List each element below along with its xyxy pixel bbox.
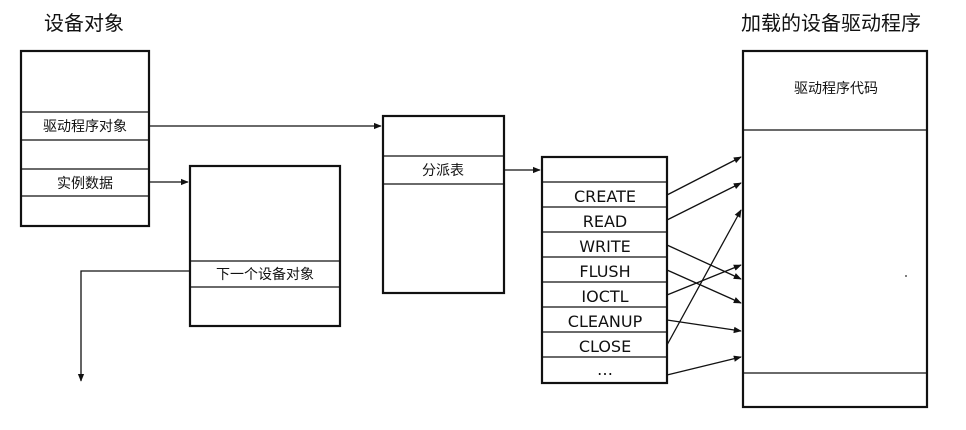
function-write: WRITE <box>579 237 631 256</box>
driver-architecture-diagram: 设备对象 驱动程序对象 实例数据 下一个设备对象 分派表 CREATE READ <box>19 11 929 409</box>
function-more: … <box>597 360 613 379</box>
function-read: READ <box>583 212 628 231</box>
function-cleanup: CLEANUP <box>568 312 643 331</box>
arrow-more-to-code <box>666 355 742 376</box>
driver-object-field: 驱动程序对象 <box>43 119 127 135</box>
function-ioctl: IOCTL <box>581 287 628 306</box>
arrow-ioctl-to-code <box>666 264 742 296</box>
loaded-driver-frame <box>741 49 929 409</box>
arrow-read-to-code <box>666 182 742 221</box>
next-device-frame <box>188 164 342 328</box>
arrow-create-to-code <box>666 156 742 196</box>
arrow-close-to-code <box>666 209 742 346</box>
driver-code-label: 驱动程序代码 <box>794 81 878 97</box>
dispatch-table-field: 分派表 <box>422 163 464 179</box>
function-table: CREATE READ WRITE FLUSH IOCTL CLEANUP CL… <box>540 155 669 385</box>
arrow-write-to-code <box>666 244 742 280</box>
arrow-next-device-down <box>77 270 190 382</box>
function-close: CLOSE <box>579 337 631 356</box>
next-device-object-box: 下一个设备对象 <box>188 164 342 328</box>
device-object-title: 设备对象 <box>44 11 124 35</box>
loaded-driver-box: 驱动程序代码 <box>741 49 929 409</box>
next-device-field: 下一个设备对象 <box>216 266 314 283</box>
loaded-driver-title: 加载的设备驱动程序 <box>741 11 921 35</box>
instance-data-field: 实例数据 <box>57 176 113 192</box>
device-object-frame <box>19 49 151 228</box>
function-create: CREATE <box>574 187 636 206</box>
dispatch-object-box: 分派表 <box>381 114 506 295</box>
device-object-box: 驱动程序对象 实例数据 <box>19 49 151 228</box>
scan-dot <box>905 275 907 277</box>
arrow-flush-to-code <box>666 269 742 304</box>
dispatch-object-frame <box>381 114 506 295</box>
function-flush: FLUSH <box>579 262 630 281</box>
